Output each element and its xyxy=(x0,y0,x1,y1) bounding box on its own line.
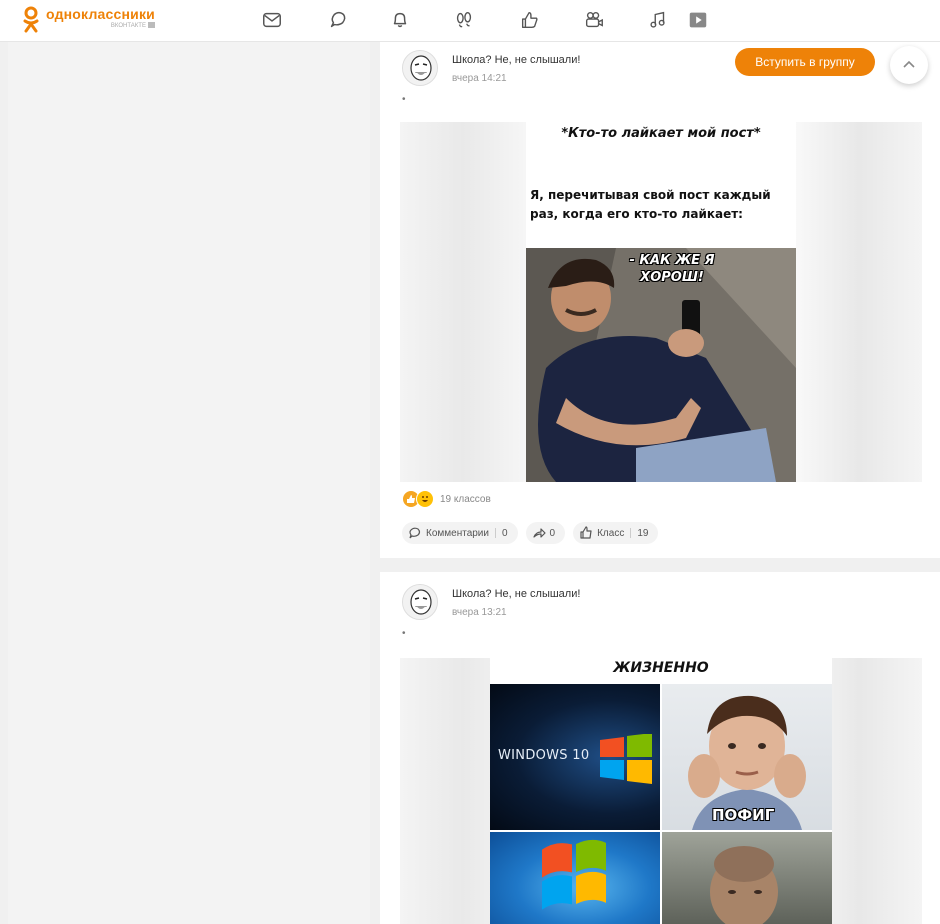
mail-icon[interactable] xyxy=(258,6,286,34)
games-icon[interactable] xyxy=(684,6,712,34)
chevron-up-icon xyxy=(903,60,915,68)
logo[interactable]: одноклассники ВКОНТАКТЕ xyxy=(22,6,155,34)
post-image[interactable]: ЖИЗНЕННО WINDOWS 10 ПОФИГ xyxy=(400,658,922,924)
logo-name: одноклассники xyxy=(46,6,155,22)
class-label: Класс xyxy=(597,527,625,539)
post-text: • xyxy=(402,628,406,639)
comment-icon xyxy=(409,527,421,539)
meme-image: *Кто-то лайкает мой пост* Я, перечитывая… xyxy=(526,122,796,482)
meme-speech-text: - КАК ЖЕ Я ХОРОШ! xyxy=(629,253,715,285)
group-avatar[interactable] xyxy=(402,50,438,86)
bell-icon[interactable] xyxy=(386,6,414,34)
comments-label: Комментарии xyxy=(426,527,489,539)
post-actions: Комментарии 0 0 Класс 19 xyxy=(402,522,659,544)
reactions-summary[interactable]: 19 классов xyxy=(402,490,491,508)
reaction-count[interactable]: 19 классов xyxy=(440,494,491,505)
meme-caption-main: Я, перечитывая свой пост каждый раз, ког… xyxy=(530,188,771,221)
share-icon xyxy=(532,528,546,538)
windows10-panel: WINDOWS 10 xyxy=(490,684,660,830)
serious-face-panel xyxy=(662,832,832,924)
group-name-link[interactable]: Школа? Не, не слышали! xyxy=(452,54,580,66)
music-icon[interactable] xyxy=(644,6,672,34)
top-bar: одноклассники ВКОНТАКТЕ xyxy=(0,0,940,42)
meme-image: ЖИЗНЕННО WINDOWS 10 ПОФИГ xyxy=(490,658,832,924)
post-time[interactable]: вчера 14:21 xyxy=(452,73,507,84)
post-image[interactable]: *Кто-то лайкает мой пост* Я, перечитывая… xyxy=(400,122,922,482)
like-icon[interactable] xyxy=(516,6,544,34)
meme-caption-top: *Кто-то лайкает мой пост* xyxy=(561,126,761,141)
share-button[interactable]: 0 xyxy=(525,522,566,544)
pofig-label: ПОФИГ xyxy=(712,806,775,824)
join-group-button[interactable]: Вступить в группу xyxy=(735,48,875,76)
ok-logo-icon xyxy=(22,6,40,34)
group-avatar[interactable] xyxy=(402,584,438,620)
thumbs-up-icon xyxy=(580,526,592,539)
vk-badge-icon xyxy=(147,22,155,28)
windows7-panel xyxy=(490,832,660,924)
comments-button[interactable]: Комментарии 0 xyxy=(402,522,518,544)
meme-heading: ЖИЗНЕННО xyxy=(613,660,709,676)
shares-count: 0 xyxy=(549,527,556,539)
post-time[interactable]: вчера 13:21 xyxy=(452,607,507,618)
class-count: 19 xyxy=(637,527,649,539)
laugh-reaction-icon xyxy=(416,490,434,508)
post-text: • xyxy=(402,94,406,105)
footprints-icon[interactable] xyxy=(450,6,478,34)
indifferent-face-panel: ПОФИГ xyxy=(662,684,832,830)
windows10-label: WINDOWS 10 xyxy=(498,748,590,763)
windows-logo-icon xyxy=(600,734,652,784)
comments-count: 0 xyxy=(501,527,508,539)
logo-sub: ВКОНТАКТЕ xyxy=(110,23,146,29)
video-camera-icon[interactable] xyxy=(580,6,608,34)
feed-post: Школа? Не, не слышали! вчера 13:21 • ЖИЗ… xyxy=(380,572,940,924)
class-button[interactable]: Класс 19 xyxy=(573,522,659,544)
feed-post: Школа? Не, не слышали! вчера 14:21 • Вст… xyxy=(380,42,940,558)
chat-icon[interactable] xyxy=(324,6,352,34)
meme-photo: - КАК ЖЕ Я ХОРОШ! xyxy=(526,248,796,482)
left-column xyxy=(8,42,370,924)
group-name-link[interactable]: Школа? Не, не слышали! xyxy=(452,588,580,600)
scroll-to-top-button[interactable] xyxy=(890,46,928,84)
